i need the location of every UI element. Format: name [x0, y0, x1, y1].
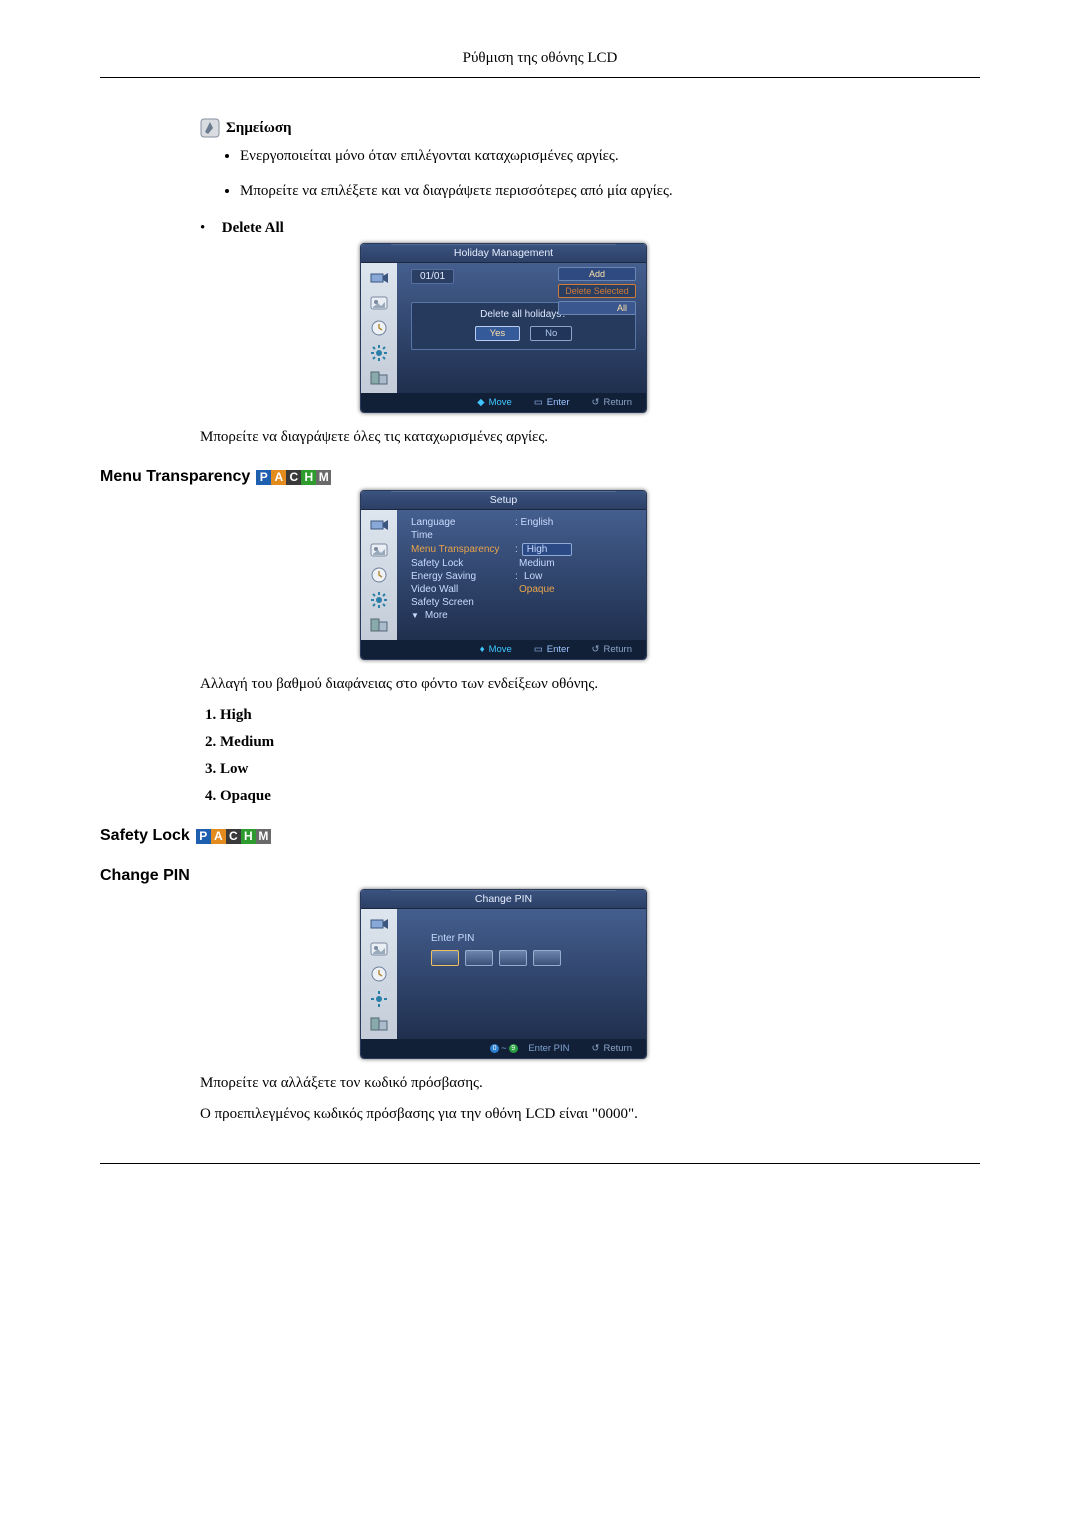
mt-options-list: High Medium Low Opaque: [220, 707, 980, 805]
enter-pin-label: Enter PIN: [431, 933, 636, 944]
no-button[interactable]: No: [530, 326, 572, 341]
delete-all-description: Μπορείτε να διαγράψετε όλες τις καταχωρι…: [200, 429, 980, 446]
page-bottom-rule: [100, 1163, 980, 1164]
osd-title: Setup: [361, 491, 646, 510]
footer-enter-pin: 0~9 Enter PIN: [490, 1043, 569, 1054]
setup-row-time[interactable]: Time: [411, 529, 636, 542]
footer-move: ◆ Move: [477, 397, 512, 408]
note-label: Σημείωση: [226, 120, 292, 137]
note-item: Ενεργοποιείται μόνο όταν επιλέγονται κατ…: [240, 148, 980, 165]
mt-option: Low: [220, 761, 980, 778]
mt-option: Opaque: [220, 788, 980, 805]
picture-icon[interactable]: [366, 539, 392, 561]
osd-footer: 0~9 Enter PIN ↺ Return: [361, 1039, 646, 1058]
yes-button[interactable]: Yes: [475, 326, 521, 341]
multi-icon[interactable]: [366, 1013, 392, 1035]
osd-sidebar-icons: [361, 909, 397, 1039]
page-header-title: Ρύθμιση της οθόνης LCD: [100, 50, 980, 78]
section-safety-lock: Safety Lock PACHM: [100, 827, 980, 845]
section-change-pin: Change PIN: [100, 867, 980, 885]
note-list: Ενεργοποιείται μόνο όταν επιλέγονται κατ…: [240, 148, 980, 200]
osd-title: Change PIN: [361, 890, 646, 909]
delete-all-option-button[interactable]: All: [558, 301, 636, 315]
osd-change-pin: Change PIN Enter PIN: [360, 889, 647, 1059]
delete-selected-button[interactable]: Delete Selected: [558, 284, 636, 298]
pin-box[interactable]: [533, 950, 561, 966]
picture-icon[interactable]: [366, 938, 392, 960]
pin-description-1: Μπορείτε να αλλάξετε τον κωδικό πρόσβαση…: [200, 1075, 980, 1092]
pachm-badge: PACHM: [256, 470, 331, 485]
multi-icon[interactable]: [366, 614, 392, 636]
pin-boxes: [431, 950, 636, 966]
osd-sidebar-icons: [361, 263, 397, 393]
note-icon: [200, 118, 220, 138]
input-icon[interactable]: [366, 913, 392, 935]
footer-enter: ▭ Enter: [534, 397, 570, 408]
osd-footer: ◆ Move ▭ Enter ↺ Return: [361, 393, 646, 412]
footer-return: ↺ Return: [592, 1043, 632, 1054]
pin-box[interactable]: [431, 950, 459, 966]
clock-icon[interactable]: [366, 963, 392, 985]
input-icon[interactable]: [366, 267, 392, 289]
document-page: Ρύθμιση της οθόνης LCD Σημείωση Ενεργοπο…: [100, 50, 980, 1164]
footer-enter: ▭ Enter: [534, 644, 570, 655]
gear-icon[interactable]: [366, 988, 392, 1010]
setup-row-language[interactable]: Language : English: [411, 516, 636, 529]
clock-icon[interactable]: [366, 564, 392, 586]
holiday-date[interactable]: 01/01: [411, 269, 454, 284]
mt-description: Αλλαγή του βαθμού διαφάνειας στο φόντο τ…: [200, 676, 980, 693]
osd-sidebar-icons: [361, 510, 397, 640]
input-icon[interactable]: [366, 514, 392, 536]
gear-icon[interactable]: [366, 589, 392, 611]
osd-holiday-management: Holiday Management 01/01 Add Delete Sele…: [360, 243, 647, 413]
osd-setup: Setup Language : English Time: [360, 490, 647, 660]
add-button[interactable]: Add: [558, 267, 636, 281]
opt-opaque[interactable]: Opaque: [515, 584, 563, 595]
setup-row-menu-transparency[interactable]: Menu Transparency : High: [411, 542, 636, 557]
setup-row-video-wall[interactable]: Video Wall Opaque: [411, 583, 636, 596]
pachm-badge: PACHM: [196, 829, 271, 844]
osd-footer: ♦ Move ▭ Enter ↺ Return: [361, 640, 646, 659]
note-item: Μπορείτε να επιλέξετε και να διαγράψετε …: [240, 183, 980, 200]
opt-low[interactable]: Low: [520, 571, 568, 582]
mt-option: High: [220, 707, 980, 724]
opt-high[interactable]: High: [522, 543, 572, 556]
pin-description-2: Ο προεπιλεγμένος κωδικός πρόσβασης για τ…: [200, 1106, 980, 1123]
mt-option: Medium: [220, 734, 980, 751]
delete-all-row: • Delete All: [200, 220, 980, 237]
setup-row-more[interactable]: ▼More: [411, 609, 636, 622]
note-heading: Σημείωση: [200, 118, 980, 138]
gear-icon[interactable]: [366, 342, 392, 364]
setup-row-safety-screen[interactable]: Safety Screen: [411, 596, 636, 609]
pin-box[interactable]: [499, 950, 527, 966]
section-menu-transparency: Menu Transparency PACHM: [100, 468, 980, 486]
clock-icon[interactable]: [366, 317, 392, 339]
pin-box[interactable]: [465, 950, 493, 966]
multi-icon[interactable]: [366, 367, 392, 389]
opt-medium[interactable]: Medium: [515, 558, 563, 569]
setup-row-safety-lock[interactable]: Safety Lock Medium: [411, 557, 636, 570]
setup-row-energy-saving[interactable]: Energy Saving : Low: [411, 570, 636, 583]
footer-move: ♦ Move: [480, 644, 512, 655]
picture-icon[interactable]: [366, 292, 392, 314]
footer-return: ↺ Return: [592, 644, 632, 655]
delete-all-label: Delete All: [222, 220, 284, 236]
footer-return: ↺ Return: [592, 397, 632, 408]
osd-title: Holiday Management: [361, 244, 646, 263]
